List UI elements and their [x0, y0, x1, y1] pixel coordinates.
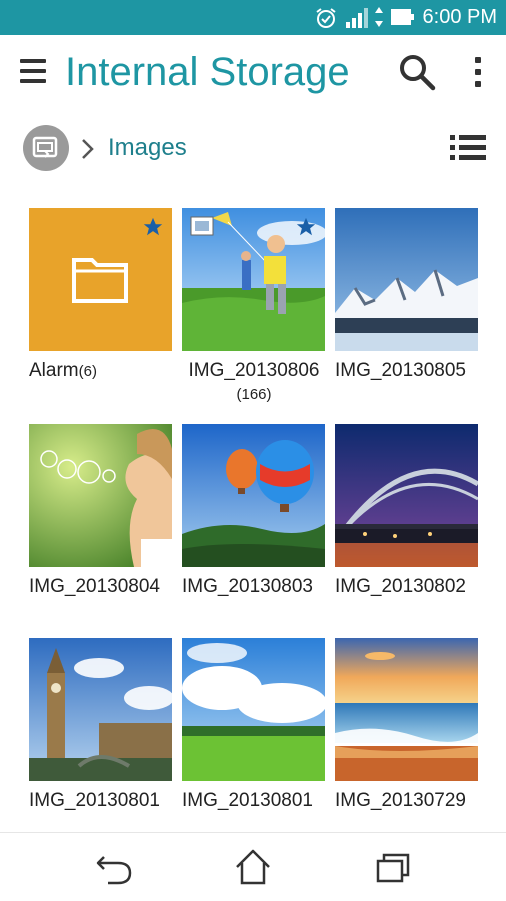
item-name: IMG_20130805 [335, 360, 466, 381]
breadcrumb-current[interactable]: Images [108, 134, 187, 162]
data-arrows-icon [375, 7, 383, 27]
image-tile[interactable] [182, 638, 325, 781]
list-item-caption: IMG_20130803 [182, 575, 332, 599]
item-name: Alarm [29, 360, 79, 381]
list-item-caption: IMG_20130806 (166) [179, 359, 329, 407]
item-name: IMG_20130802 [335, 576, 466, 597]
list-item-caption: IMG_20130801 [29, 789, 179, 813]
image-tile[interactable] [182, 424, 325, 567]
list-item-caption: IMG_20130805 [335, 359, 485, 383]
item-name: IMG_20130801 [29, 790, 160, 811]
back-icon[interactable] [94, 847, 134, 887]
image-tile[interactable] [335, 424, 478, 567]
battery-icon [391, 9, 414, 25]
list-view-icon[interactable] [448, 132, 488, 164]
item-name: IMG_20130803 [182, 576, 313, 597]
item-name: IMG_20130806 [188, 360, 320, 381]
item-count: (6) [78, 363, 97, 380]
menu-icon[interactable] [20, 57, 46, 87]
photo-beach-thumbnail [335, 638, 478, 781]
folder-tile-alarm[interactable] [29, 208, 172, 351]
photo-meadow-thumbnail [182, 638, 325, 781]
app-bar: Internal Storage [0, 35, 506, 111]
search-icon[interactable] [398, 53, 436, 91]
recent-apps-icon[interactable] [374, 847, 414, 887]
photo-balloons-thumbnail [182, 424, 325, 567]
item-count: (166) [236, 386, 272, 403]
photo-mountains-thumbnail [335, 208, 478, 351]
item-name: IMG_20130804 [29, 576, 160, 597]
signal-icon [346, 8, 368, 28]
photo-bigben-thumbnail [29, 638, 172, 781]
star-icon [296, 217, 316, 236]
list-item-caption: Alarm(6) [29, 359, 179, 384]
image-tile[interactable] [182, 208, 325, 351]
list-item-caption: IMG_20130729 [335, 789, 485, 813]
storage-swap-icon[interactable] [23, 125, 69, 171]
photo-bridge-thumbnail [335, 424, 478, 567]
page-title: Internal Storage [65, 50, 350, 94]
chevron-right-icon [82, 139, 94, 159]
folder-icon [72, 258, 128, 303]
list-item-caption: IMG_20130801 [182, 789, 332, 813]
image-tile[interactable] [335, 208, 478, 351]
photo-bubbles-thumbnail [29, 424, 172, 567]
item-name: IMG_20130729 [335, 790, 466, 811]
list-item-caption: IMG_20130802 [335, 575, 485, 599]
home-icon[interactable] [233, 847, 273, 887]
breadcrumb: Images [0, 118, 506, 178]
alarm-icon [316, 8, 336, 28]
image-tile[interactable] [29, 638, 172, 781]
more-vert-icon[interactable] [470, 55, 486, 91]
list-item-caption: IMG_20130804 [29, 575, 179, 599]
status-bar: 6:00 PM [0, 0, 506, 35]
status-time: 6:00 PM [422, 6, 497, 28]
item-name: IMG_20130801 [182, 790, 313, 811]
navigation-bar [0, 832, 506, 901]
image-tile[interactable] [335, 638, 478, 781]
image-tile[interactable] [29, 424, 172, 567]
star-icon [143, 217, 163, 236]
